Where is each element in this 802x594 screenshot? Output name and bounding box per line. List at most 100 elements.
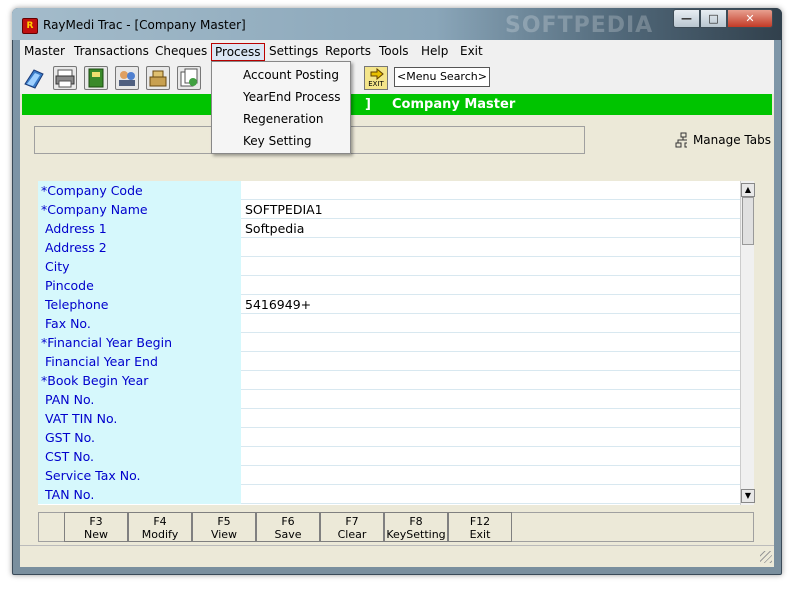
form-row: TAN No. — [38, 485, 740, 504]
maximize-button[interactable]: □ — [700, 9, 727, 28]
users-icon[interactable] — [115, 66, 139, 90]
watermark: SOFTPEDIA — [505, 13, 654, 38]
form-row: Pincode — [38, 276, 740, 295]
field-input[interactable] — [243, 428, 740, 447]
binder-icon[interactable] — [84, 66, 108, 90]
field-label: Service Tax No. — [38, 466, 241, 485]
company-form-grid: *Company Code *Company Name SOFTPEDIA1 Addr… — [38, 181, 740, 505]
sitemap-icon — [675, 132, 687, 148]
field-label: PAN No. — [38, 390, 241, 409]
form-row: CST No. — [38, 447, 740, 466]
menu-search-input[interactable]: <Menu Search> — [394, 67, 490, 87]
app-window: SOFTPEDIA R RayMedi Trac - [Company Mast… — [0, 0, 802, 594]
fkey-f12-button[interactable]: F12 Exit — [448, 512, 512, 542]
scroll-down-icon[interactable]: ▼ — [741, 489, 755, 503]
field-label: Address 2 — [38, 238, 241, 257]
window-title: RayMedi Trac - [Company Master] — [43, 18, 246, 32]
form-row: *Company Code — [38, 181, 740, 200]
fkey-label: New — [84, 528, 108, 541]
field-input[interactable] — [243, 276, 740, 295]
form-row: *Book Begin Year — [38, 371, 740, 390]
book-icon[interactable] — [22, 66, 46, 90]
scroll-up-icon[interactable]: ▲ — [741, 183, 755, 197]
menu-reports[interactable]: Reports — [322, 43, 374, 61]
form-scrollbar[interactable]: ▲ ▼ — [740, 181, 755, 505]
resize-grip-icon[interactable] — [760, 551, 772, 563]
field-label: GST No. — [38, 428, 241, 447]
documents-icon[interactable] — [177, 66, 201, 90]
form-row: *Company Name SOFTPEDIA1 — [38, 200, 740, 219]
fkey-f8-button[interactable]: F8 KeySetting — [384, 512, 448, 542]
menu-account-posting[interactable]: Account Posting — [243, 68, 339, 82]
arrow-right-icon — [370, 68, 384, 80]
menu-transactions[interactable]: Transactions — [71, 43, 152, 61]
field-input[interactable]: Softpedia — [243, 219, 740, 238]
menu-cheques[interactable]: Cheques — [152, 43, 210, 61]
field-input[interactable] — [243, 447, 740, 466]
field-label: CST No. — [38, 447, 241, 466]
app-icon[interactable]: R — [22, 18, 38, 34]
scroll-thumb[interactable] — [742, 197, 754, 245]
field-label: VAT TIN No. — [38, 409, 241, 428]
fkey-label: View — [210, 528, 238, 541]
menu-process[interactable]: Process — [211, 43, 265, 61]
fkey-code: F4 — [153, 515, 167, 528]
field-input[interactable] — [243, 409, 740, 428]
menu-regeneration[interactable]: Regeneration — [243, 112, 323, 126]
manage-tabs-button[interactable]: Manage Tabs — [675, 132, 771, 148]
field-input[interactable] — [243, 181, 740, 200]
left-margin — [20, 115, 38, 545]
field-input[interactable] — [243, 333, 740, 352]
fkey-f3-button[interactable]: F3 New — [64, 512, 128, 542]
form-row: Address 2 — [38, 238, 740, 257]
exit-toolbar-label: EXIT — [368, 80, 384, 88]
field-input[interactable]: 5416949+ — [243, 295, 740, 314]
field-input[interactable] — [243, 485, 740, 504]
field-label: *Company Name — [38, 200, 241, 219]
fkey-f5-button[interactable]: F5 View — [192, 512, 256, 542]
fkey-code: F5 — [217, 515, 231, 528]
field-input[interactable]: SOFTPEDIA1 — [243, 200, 740, 219]
fkey-label: Save — [274, 528, 302, 541]
form-row: Financial Year End — [38, 352, 740, 371]
form-row: PAN No. — [38, 390, 740, 409]
exit-toolbar-button[interactable]: EXIT — [364, 66, 388, 90]
form-row: VAT TIN No. — [38, 409, 740, 428]
field-input[interactable] — [243, 390, 740, 409]
field-input[interactable] — [243, 466, 740, 485]
close-button[interactable]: ✕ — [727, 9, 773, 28]
form-row: Address 1 Softpedia — [38, 219, 740, 238]
field-input[interactable] — [243, 257, 740, 276]
field-label: *Financial Year Begin — [38, 333, 241, 352]
field-input[interactable] — [243, 352, 740, 371]
fkey-f6-button[interactable]: F6 Save — [256, 512, 320, 542]
field-label: Telephone — [38, 295, 241, 314]
field-input[interactable] — [243, 238, 740, 257]
field-label: City — [38, 257, 241, 276]
menu-exit[interactable]: Exit — [457, 43, 486, 61]
fkey-label: KeySetting — [386, 528, 446, 541]
menu-yearend-process[interactable]: YearEnd Process — [243, 90, 341, 104]
printer-icon[interactable] — [53, 66, 77, 90]
fkey-code: F3 — [89, 515, 103, 528]
field-label: *Book Begin Year — [38, 371, 241, 390]
field-label: Fax No. — [38, 314, 241, 333]
cash-register-icon[interactable] — [146, 66, 170, 90]
menu-help[interactable]: Help — [418, 43, 451, 61]
fkey-code: F12 — [469, 515, 491, 528]
menu-key-setting[interactable]: Key Setting — [243, 134, 312, 148]
field-input[interactable] — [243, 314, 740, 333]
field-input[interactable] — [243, 371, 740, 390]
fkey-f4-button[interactable]: F4 Modify — [128, 512, 192, 542]
banner-bracket: ] — [365, 97, 371, 112]
menu-tools[interactable]: Tools — [376, 43, 412, 61]
form-row: Telephone 5416949+ — [38, 295, 740, 314]
form-row: *Financial Year Begin — [38, 333, 740, 352]
form-row: Fax No. — [38, 314, 740, 333]
menu-settings[interactable]: Settings — [266, 43, 321, 61]
field-label: TAN No. — [38, 485, 241, 504]
minimize-button[interactable]: — — [673, 9, 700, 28]
form-row: City — [38, 257, 740, 276]
menu-master[interactable]: Master — [21, 43, 68, 61]
fkey-f7-button[interactable]: F7 Clear — [320, 512, 384, 542]
